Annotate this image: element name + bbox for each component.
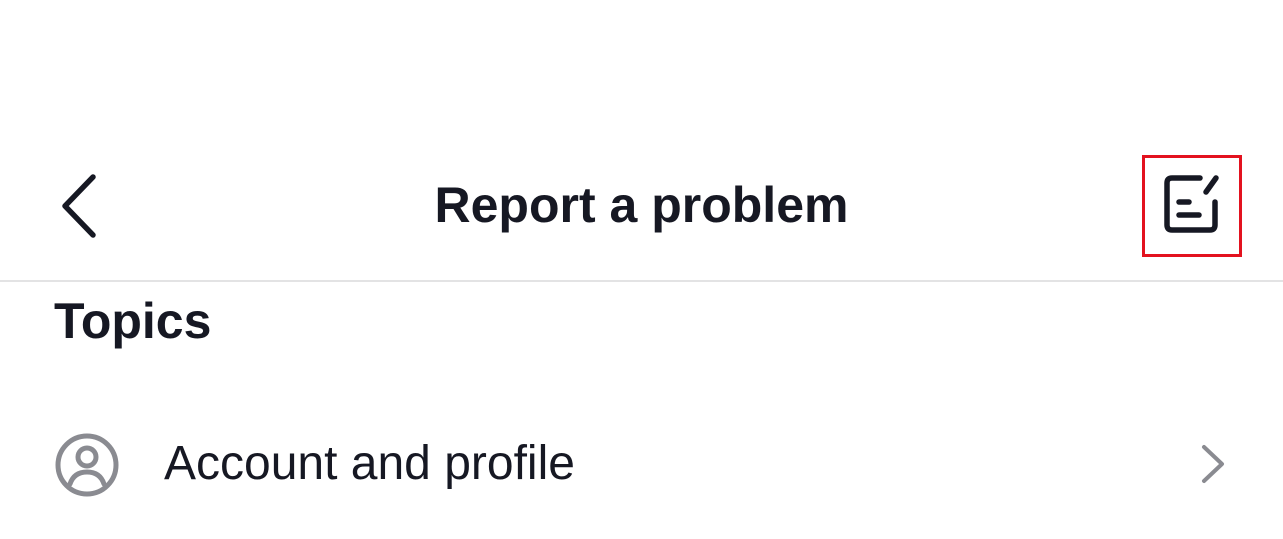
- page-title: Report a problem: [434, 177, 849, 233]
- edit-note-icon: [1162, 172, 1222, 241]
- person-circle-icon: [54, 432, 120, 498]
- status-bar-area: [0, 0, 1283, 150]
- topics-heading: Topics: [54, 293, 212, 349]
- topic-item-label: Account and profile: [164, 437, 575, 490]
- report-history-button[interactable]: [1142, 155, 1242, 257]
- topic-item-account-and-profile[interactable]: Account and profile: [0, 410, 1283, 520]
- header-divider: [0, 280, 1283, 282]
- chevron-right-icon: [1196, 444, 1230, 484]
